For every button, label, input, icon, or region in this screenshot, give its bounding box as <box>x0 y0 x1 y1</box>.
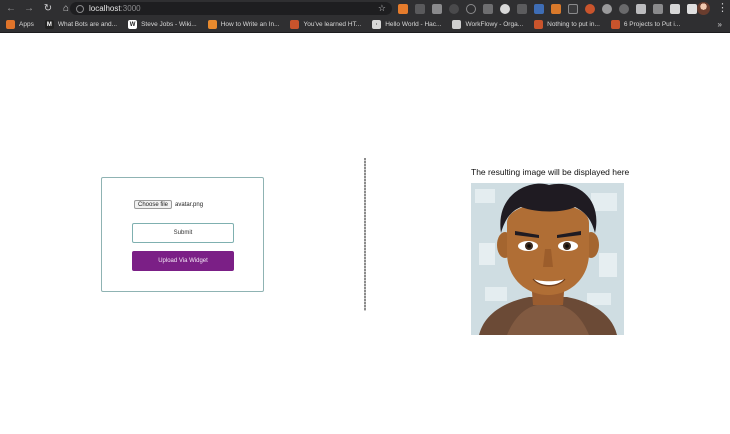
bookmark-label: Steve Jobs - Wiki... <box>141 21 197 28</box>
file-input-row: Choose file avatar.png <box>134 200 203 209</box>
bookmarks-overflow-icon[interactable]: » <box>718 20 722 29</box>
bookmark-label: What Bots are and... <box>57 21 118 28</box>
extension-fox-icon[interactable] <box>551 3 561 14</box>
hackernoon-icon: · <box>372 20 382 29</box>
url-port: :3000 <box>120 4 141 13</box>
choose-file-button[interactable]: Choose file <box>134 200 173 209</box>
extension-arrow-icon[interactable] <box>517 3 527 14</box>
bookmark-item[interactable]: WorkFlowy - Orga... <box>452 20 523 29</box>
bookmark-item[interactable]: 6 Projects to Put i... <box>610 20 681 29</box>
extensions-bar <box>398 2 704 15</box>
result-avatar-image <box>471 183 624 335</box>
apps-grid-icon <box>6 20 15 29</box>
extension-gear-icon[interactable] <box>619 3 629 14</box>
browser-menu-icon[interactable]: ⋮ <box>717 1 728 15</box>
bookmark-item[interactable]: · Hello World - Hac... <box>372 20 441 29</box>
profile-avatar-icon[interactable] <box>697 2 710 15</box>
forward-arrow-icon[interactable]: → <box>22 2 36 16</box>
bookmark-label: WorkFlowy - Orga... <box>465 21 524 28</box>
bookmark-label: 6 Projects to Put i... <box>623 21 681 28</box>
extension-mail-icon[interactable] <box>687 3 697 14</box>
extension-globe-icon[interactable] <box>585 3 595 14</box>
extension-settings-icon[interactable] <box>500 3 510 14</box>
extension-v-icon[interactable] <box>432 3 442 14</box>
bookmark-item[interactable]: W Steve Jobs - Wiki... <box>128 20 197 29</box>
bookmark-label: Hello World - Hac... <box>385 21 442 28</box>
reload-icon[interactable]: ↻ <box>41 2 55 16</box>
document-icon <box>207 20 217 29</box>
extension-r-icon[interactable] <box>636 3 646 14</box>
selected-file-name: avatar.png <box>175 201 204 208</box>
extension-facebook-icon[interactable] <box>670 3 680 14</box>
freecodecamp-icon <box>290 20 300 29</box>
upload-via-widget-button[interactable]: Upload Via Widget <box>132 251 234 271</box>
bookmark-item[interactable]: How to Write an In... <box>207 20 280 29</box>
bookmark-item[interactable]: You've learned HT... <box>290 20 361 29</box>
bookmark-item[interactable]: M What Bots are and... <box>44 20 118 29</box>
info-icon[interactable] <box>76 4 84 13</box>
bookmark-label: Apps <box>19 21 34 28</box>
bookmark-item[interactable]: Apps <box>6 20 34 29</box>
bookmark-label: How to Write an In... <box>220 21 280 28</box>
upload-form-panel: Choose file avatar.png Submit Upload Via… <box>101 177 264 292</box>
url-host: localhost <box>89 4 121 13</box>
extension-ring-icon[interactable] <box>466 3 476 14</box>
extension-eyedropper-icon[interactable] <box>483 3 493 14</box>
extension-chrome-icon[interactable] <box>602 3 612 14</box>
bookmarks-bar: Apps M What Bots are and... W Steve Jobs - W… <box>0 17 730 33</box>
freecodecamp-icon <box>610 20 620 29</box>
vertical-divider <box>364 158 366 311</box>
extension-m-icon[interactable] <box>415 3 425 14</box>
browser-toolbar: ← → ↻ ⌂ localhost:3000 ☆ ⋮ <box>0 0 730 17</box>
address-bar[interactable]: localhost:3000 ☆ <box>70 2 392 15</box>
submit-button[interactable]: Submit <box>132 223 234 243</box>
back-arrow-icon[interactable]: ← <box>4 2 18 16</box>
extension-square-icon[interactable] <box>653 3 663 14</box>
medium-icon: M <box>44 20 54 29</box>
result-caption: The resulting image will be displayed he… <box>471 167 630 177</box>
bookmark-label: Nothing to put in... <box>547 21 600 28</box>
bookmark-star-icon[interactable]: ☆ <box>378 3 386 14</box>
bookmark-item[interactable]: Nothing to put in... <box>534 20 600 29</box>
wikipedia-icon: W <box>128 20 138 29</box>
extension-dots-icon[interactable] <box>449 3 459 14</box>
bookmark-label: You've learned HT... <box>303 21 362 28</box>
extension-box-icon[interactable] <box>534 3 544 14</box>
workflowy-icon <box>452 20 462 29</box>
extension-code-icon[interactable] <box>568 3 578 14</box>
extension-orange-icon[interactable] <box>398 3 408 14</box>
freecodecamp-icon <box>534 20 544 29</box>
